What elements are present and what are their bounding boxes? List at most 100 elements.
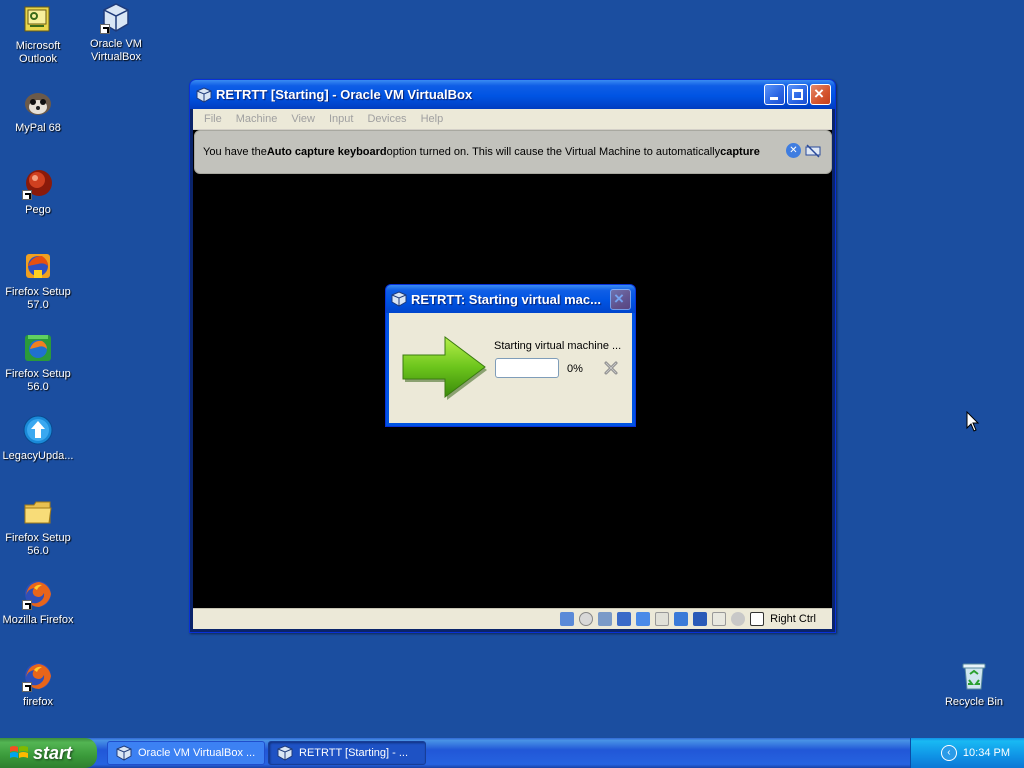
cancel-icon[interactable]	[603, 360, 619, 376]
taskbar-button-retrtt[interactable]: RETRTT [Starting] - ...	[268, 741, 426, 765]
minimize-icon	[770, 97, 778, 100]
auto-capture-notice: You have the Auto capture keyboard optio…	[194, 130, 832, 174]
progress-message: Starting virtual machine ...	[494, 340, 622, 352]
maximize-icon	[792, 89, 803, 100]
video-capture-icon[interactable]	[693, 612, 708, 626]
start-arrow-icon	[402, 336, 487, 400]
firefox-icon	[22, 578, 54, 610]
notice-text: You have the	[203, 146, 267, 158]
hard-disk-icon[interactable]	[560, 612, 575, 626]
taskbar-button-label: Oracle VM VirtualBox ...	[138, 747, 256, 759]
desktop-icon-label: Firefox Setup 57.0	[5, 286, 71, 311]
desktop-icon-firefox-setup-57[interactable]: Firefox Setup 57.0	[0, 250, 76, 312]
status-bar: Right Ctrl	[193, 608, 832, 629]
dialog-close-button: ×	[610, 288, 631, 310]
desktop-icon-label: Firefox Setup 56.0	[5, 368, 71, 393]
mypal-icon	[22, 86, 54, 118]
window-title: RETRTT [Starting] - Oracle VM VirtualBox	[216, 87, 473, 102]
dialog-titlebar[interactable]: RETRTT: Starting virtual mac... ×	[386, 285, 635, 313]
keyboard-capture-icon[interactable]	[750, 612, 765, 626]
menu-devices[interactable]: Devices	[360, 113, 413, 125]
desktop-icon-recycle-bin[interactable]: Recycle Bin	[936, 660, 1012, 709]
taskbar: start Oracle VM VirtualBox ... RETRTT [S…	[0, 738, 1024, 768]
start-label: start	[33, 742, 73, 763]
mouse-cursor-icon	[966, 411, 980, 432]
desktop-icon-label: Microsoft Outlook	[15, 40, 61, 65]
desktop-icon-pego[interactable]: Pego	[0, 168, 76, 217]
desktop-icon-folder[interactable]: Firefox Setup 56.0	[0, 496, 76, 558]
desktop-icon-outlook[interactable]: Microsoft Outlook	[0, 4, 76, 66]
virtualbox-icon	[100, 2, 132, 34]
desktop-icon-mozilla-firefox[interactable]: Mozilla Firefox	[0, 578, 76, 627]
pego-icon	[22, 168, 54, 200]
mouse-integration-icon[interactable]	[731, 612, 746, 626]
menu-help[interactable]: Help	[414, 113, 451, 125]
menu-input[interactable]: Input	[322, 113, 360, 125]
clock[interactable]: 10:34 PM	[963, 747, 1010, 759]
menu-file[interactable]: File	[197, 113, 229, 125]
close-icon: ×	[814, 84, 824, 103]
dialog-body: Starting virtual machine ... 0%	[389, 313, 632, 423]
firefox-icon	[22, 660, 54, 692]
maximize-button[interactable]	[787, 84, 808, 105]
show-hidden-icons-button[interactable]: ‹	[940, 745, 957, 761]
firefox-setup-icon	[22, 332, 54, 364]
virtualbox-icon	[391, 291, 407, 307]
legacy-update-icon	[22, 414, 54, 446]
desktop-icon-label: Pego	[25, 204, 51, 216]
taskbar-button-virtualbox-manager[interactable]: Oracle VM VirtualBox ...	[107, 741, 265, 765]
windows-logo-icon	[10, 746, 28, 758]
desktop-icon-mypal[interactable]: MyPal 68	[0, 86, 76, 135]
desktop-icon-label: Oracle VM VirtualBox	[90, 38, 142, 63]
notice-text: option turned on. This will cause the Vi…	[386, 146, 721, 158]
taskbar-button-label: RETRTT [Starting] - ...	[299, 747, 409, 759]
network-icon[interactable]	[617, 612, 632, 626]
menu-machine[interactable]: Machine	[229, 113, 285, 125]
shortcut-arrow-icon	[100, 24, 110, 34]
virtualization-icon[interactable]	[712, 612, 727, 626]
desktop-icon-firefox-setup-56[interactable]: Firefox Setup 56.0	[0, 332, 76, 394]
desktop-icon-firefox[interactable]: firefox	[0, 660, 76, 709]
desktop-icon-label: LegacyUpda...	[2, 450, 74, 462]
menu-view[interactable]: View	[284, 113, 322, 125]
usb-icon[interactable]	[636, 612, 651, 626]
shortcut-arrow-icon	[22, 682, 32, 692]
notice-bold-text: capture	[720, 146, 760, 158]
dialog-title: RETRTT: Starting virtual mac...	[411, 291, 601, 307]
do-not-show-again-icon[interactable]	[805, 143, 821, 159]
starting-vm-dialog[interactable]: RETRTT: Starting virtual mac... × Starti…	[385, 284, 636, 427]
firefox-setup-icon	[22, 250, 54, 282]
shortcut-arrow-icon	[22, 600, 32, 610]
audio-icon[interactable]	[598, 612, 613, 626]
desktop-icon-label: Firefox Setup 56.0	[5, 532, 71, 557]
desktop-icon-virtualbox[interactable]: Oracle VM VirtualBox	[78, 2, 154, 64]
optical-drive-icon[interactable]	[579, 612, 594, 626]
close-button[interactable]: ×	[810, 84, 831, 105]
display-icon[interactable]	[674, 612, 689, 626]
notice-actions: ✕	[786, 143, 821, 159]
recycle-bin-icon	[958, 660, 990, 692]
virtualbox-icon	[196, 86, 212, 103]
virtualbox-icon	[116, 745, 132, 761]
progress-percent: 0%	[567, 363, 583, 375]
progress-bar	[495, 358, 559, 378]
start-button[interactable]: start	[0, 738, 97, 768]
system-tray: ‹ 10:34 PM	[910, 738, 1024, 768]
close-icon: ×	[614, 288, 624, 308]
folder-icon	[22, 496, 54, 528]
shortcut-arrow-icon	[22, 190, 32, 200]
desktop-icon-label: Mozilla Firefox	[2, 614, 74, 626]
host-key-label: Right Ctrl	[770, 613, 816, 625]
shared-folders-icon[interactable]	[655, 612, 670, 626]
desktop-icon-label: Recycle Bin	[944, 696, 1004, 708]
dismiss-notice-button[interactable]: ✕	[786, 143, 801, 158]
menu-bar: File Machine View Input Devices Help	[193, 109, 832, 130]
desktop-icon-label: MyPal 68	[15, 122, 61, 134]
minimize-button[interactable]	[764, 84, 785, 105]
window-titlebar[interactable]: RETRTT [Starting] - Oracle VM VirtualBox…	[190, 80, 835, 109]
desktop-icon-label: firefox	[23, 696, 53, 708]
notice-bold-text: Auto capture keyboard	[266, 146, 387, 158]
outlook-icon	[22, 4, 54, 36]
desktop-icon-legacy-update[interactable]: LegacyUpda...	[0, 414, 76, 463]
virtualbox-icon	[277, 745, 293, 761]
